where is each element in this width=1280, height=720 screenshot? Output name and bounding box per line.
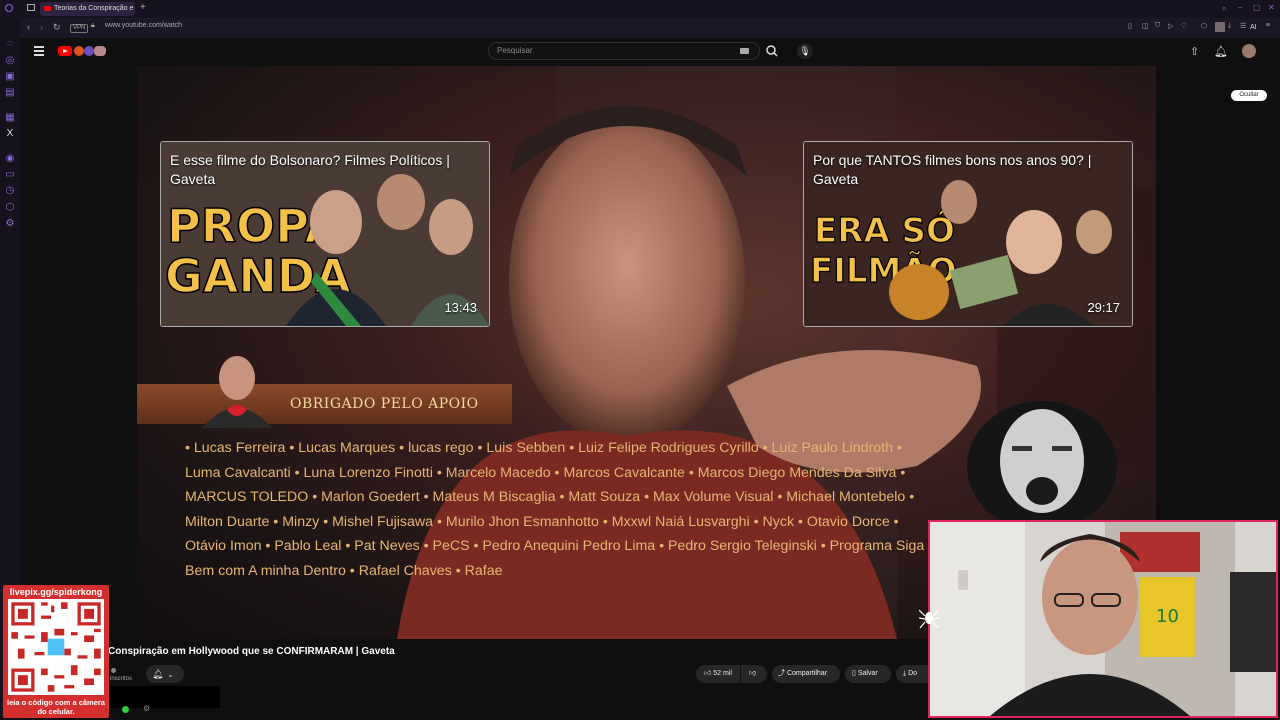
extension-avatar-icon[interactable] <box>1215 22 1225 32</box>
browser-tabbar <box>0 0 1280 18</box>
end-card-title: E esse filme do Bolsonaro? Filmes Políti… <box>170 152 450 187</box>
back-icon[interactable]: ‹ <box>27 22 30 32</box>
sidebar-workspace-icon[interactable]: ◎ <box>4 55 16 67</box>
reload-icon[interactable]: ↻ <box>53 22 61 33</box>
qr-code <box>8 599 104 695</box>
doodle-icon[interactable] <box>94 46 106 56</box>
upload-icon[interactable]: ⇧ <box>1190 45 1199 58</box>
save-label: Salvar <box>857 670 878 677</box>
opera-logo-icon[interactable] <box>5 4 13 12</box>
dislike-button[interactable]: 👎︎ <box>741 665 767 683</box>
sidebar-gaming-icon[interactable]: ▭ <box>4 169 16 181</box>
subscriber-count: inscritos <box>110 676 133 682</box>
bookmark-icon: ▯ <box>852 670 856 677</box>
reaction-face-art <box>967 401 1117 521</box>
svg-text:10: 10 <box>1156 606 1179 627</box>
chevron-down-icon: ⌄ <box>167 672 174 679</box>
browser-tab[interactable]: Teorias da Conspiração e <box>40 2 135 16</box>
subscription-bell-button[interactable]: 🔔︎ ⌄ <box>146 665 184 683</box>
qr-caption: leia o código com a câmera do celular. <box>7 698 105 716</box>
sidebar-settings-icon[interactable]: ⚙ <box>4 218 16 230</box>
share-icon: ⤴ <box>778 670 785 677</box>
save-button[interactable]: ▯ Salvar <box>845 665 891 683</box>
thumbs-down-icon: 👎︎ <box>749 670 757 677</box>
doodle-icon[interactable] <box>84 46 94 56</box>
ai-button[interactable]: AI <box>1250 24 1257 31</box>
sidebar-player-icon[interactable]: ◉ <box>4 153 16 165</box>
hide-overlay-button[interactable]: Ocultar <box>1231 90 1267 101</box>
youtube-logo[interactable] <box>58 46 72 56</box>
sidebar-twitch-icon[interactable]: ▦ <box>4 112 16 124</box>
address-bar <box>20 18 1280 38</box>
end-card-video[interactable]: ERA SÓ FILMÃO Por que TANTOS filmes bons… <box>803 141 1133 327</box>
spider-logo-icon <box>919 609 939 629</box>
heart-icon[interactable]: ♡ <box>1181 22 1187 30</box>
support-banner-text: OBRIGADO PELO APOIO <box>290 396 479 412</box>
thumbs-up-icon: 👍︎ <box>704 670 712 677</box>
channel-avatar[interactable] <box>111 668 116 673</box>
end-card-duration: 13:43 <box>444 300 477 315</box>
shield-icon[interactable]: ⛉ <box>1155 22 1160 30</box>
browser-menu-icon[interactable]: ≡ <box>1266 22 1270 29</box>
download-icon: ⤓ <box>903 670 907 677</box>
download-icon[interactable]: ⤓ <box>1228 22 1231 30</box>
like-button[interactable]: 👍︎ 52 mil <box>696 665 740 683</box>
search-input[interactable]: Pesquisar <box>488 42 760 60</box>
qr-url: livepix.gg/spiderkong <box>9 587 103 597</box>
webcam-feed: 10 <box>930 522 1276 716</box>
new-tab-icon[interactable]: + <box>140 3 146 13</box>
vpn-badge[interactable]: VPN <box>70 24 89 33</box>
hamburger-menu-icon[interactable] <box>34 46 44 56</box>
url-field[interactable]: www.youtube.com/watch <box>105 22 182 29</box>
search-icon <box>766 45 778 57</box>
youtube-favicon-icon <box>44 6 51 11</box>
like-count: 52 mil <box>713 670 732 677</box>
end-card-title: Por que TANTOS filmes bons nos anos 90? … <box>813 152 1092 187</box>
play-icon[interactable]: ▷ <box>1168 22 1173 30</box>
lock-icon[interactable]: 🔒︎ <box>91 22 95 30</box>
tab-overview-icon[interactable] <box>27 4 35 11</box>
snapshot-icon[interactable]: ▯ <box>1128 22 1132 30</box>
sidebar-messenger-icon[interactable]: ▣ <box>4 71 16 83</box>
easy-setup-icon[interactable]: ☰ <box>1240 22 1246 30</box>
download-label: Do <box>908 670 918 677</box>
end-card-duration: 29:17 <box>1087 300 1120 315</box>
forward-icon[interactable]: › <box>40 22 43 32</box>
minimize-icon[interactable]: – <box>1238 3 1242 12</box>
doodle-icon[interactable] <box>74 46 84 56</box>
share-label: Compartilhar <box>786 670 828 677</box>
keyboard-icon[interactable] <box>740 48 749 54</box>
settings-icon[interactable]: ⚙ <box>143 704 150 713</box>
svg-text:ERA SÓ: ERA SÓ <box>814 210 955 251</box>
bell-icon: 🔔︎ <box>152 669 164 679</box>
notifications-bell-icon[interactable]: 🔔︎ <box>1214 45 1228 58</box>
search-button[interactable] <box>760 42 784 60</box>
description-placeholder <box>110 686 220 708</box>
sidebar-x-icon[interactable]: X <box>4 128 16 140</box>
camera-icon[interactable]: ◫ <box>1142 22 1149 30</box>
close-icon[interactable]: ✕ <box>1268 3 1275 12</box>
share-button[interactable]: ⤴ Compartilhar <box>772 665 840 683</box>
live-indicator-icon <box>122 706 129 713</box>
sidebar-chat-icon[interactable]: ▤ <box>4 87 16 99</box>
extensions-icon[interactable]: ⬡ <box>1201 22 1207 30</box>
search-tabs-icon[interactable]: ⌕ <box>1222 4 1226 14</box>
video-title: Conspiração em Hollywood que se CONFIRMA… <box>108 646 395 657</box>
end-card-video[interactable]: PROPA GANDA E esse filme do Bolsonaro? F… <box>160 141 490 327</box>
sidebar-history-icon[interactable]: ◷ <box>4 185 16 197</box>
microphone-icon[interactable]: 🎙︎ <box>797 43 813 59</box>
supporters-credits: • Lucas Ferreira • Lucas Marques • lucas… <box>185 440 925 579</box>
avatar[interactable] <box>1242 44 1256 58</box>
sidebar-extensions-icon[interactable]: ⬡ <box>4 202 16 214</box>
host-avatar-art <box>202 356 272 428</box>
maximize-icon[interactable]: ▢ <box>1253 3 1261 12</box>
tab-title: Teorias da Conspiração e <box>54 5 134 12</box>
webcam-overlay: 10 <box>928 520 1278 718</box>
sidebar-home-icon[interactable]: ◌ <box>4 38 16 50</box>
